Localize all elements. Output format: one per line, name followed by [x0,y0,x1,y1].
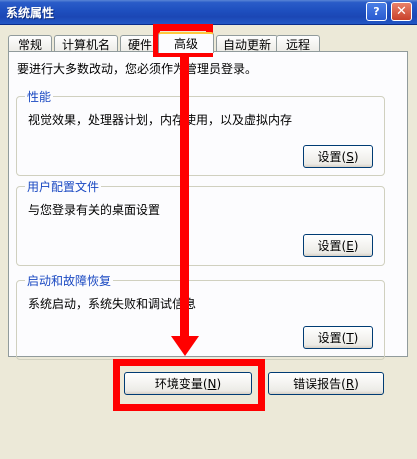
group-performance: 性能 视觉效果，处理器计划，内存使用，以及虚拟内存 设置(S) [16,88,385,176]
button-label: 设置 [317,239,342,253]
tab-automatic-updates[interactable]: 自动更新 [216,35,278,52]
access-key: S [346,149,354,164]
group-title: 启动和故障恢复 [25,272,114,289]
close-button[interactable]: ✕ [391,2,412,21]
group-startup-recovery: 启动和故障恢复 系统启动，系统失败和调试信息 设置(T) [16,272,385,360]
tab-label: 计算机名 [61,37,110,52]
tab-computer-name[interactable]: 计算机名 [54,35,118,52]
tab-label: 远程 [285,37,310,52]
close-icon: ✕ [396,4,407,19]
tab-hardware[interactable]: 硬件 [120,35,160,52]
title-bar[interactable]: 系统属性 ? ✕ [0,0,417,25]
tab-general[interactable]: 常规 [8,35,52,52]
window-title: 系统属性 [6,6,55,20]
group-title: 性能 [25,88,54,105]
access-key: N [207,376,217,391]
help-button[interactable]: ? [366,2,387,21]
group-title: 用户配置文件 [25,178,102,195]
group-description: 与您登录有关的桌面设置 [28,203,161,217]
button-label: 环境变量 [154,377,203,391]
tab-label: 常规 [17,37,42,52]
tab-label: 硬件 [127,37,152,52]
button-label: 错误报告 [293,377,342,391]
tab-remote[interactable]: 远程 [276,35,320,52]
help-icon: ? [373,5,380,18]
group-description: 系统启动，系统失败和调试信息 [28,297,197,311]
access-key: E [346,238,354,253]
startup-settings-button[interactable]: 设置(T) [303,326,373,349]
annotation-arrow-shaft [180,47,189,337]
group-description: 视觉效果，处理器计划，内存使用，以及虚拟内存 [28,113,293,127]
admin-notice: 要进行大多数改动，您必须作为管理员登录。 [17,62,258,76]
button-label: 设置 [317,150,342,164]
tab-label: 高级 [173,37,198,51]
performance-settings-button[interactable]: 设置(S) [303,145,373,168]
group-user-profiles: 用户配置文件 与您登录有关的桌面设置 设置(E) [16,178,385,266]
tab-advanced[interactable]: 高级 [158,32,214,53]
access-key: R [345,376,355,391]
tab-label: 自动更新 [222,37,271,52]
error-reporting-button[interactable]: 错误报告(R) [268,372,384,395]
annotation-arrow-head [171,336,199,356]
button-label: 设置 [317,331,342,345]
access-key: T [346,330,354,345]
profile-settings-button[interactable]: 设置(E) [303,234,373,257]
tab-strip: 常规 计算机名 硬件 高级 自动更新 远程 [8,32,408,53]
environment-variables-button[interactable]: 环境变量(N) [124,372,252,395]
